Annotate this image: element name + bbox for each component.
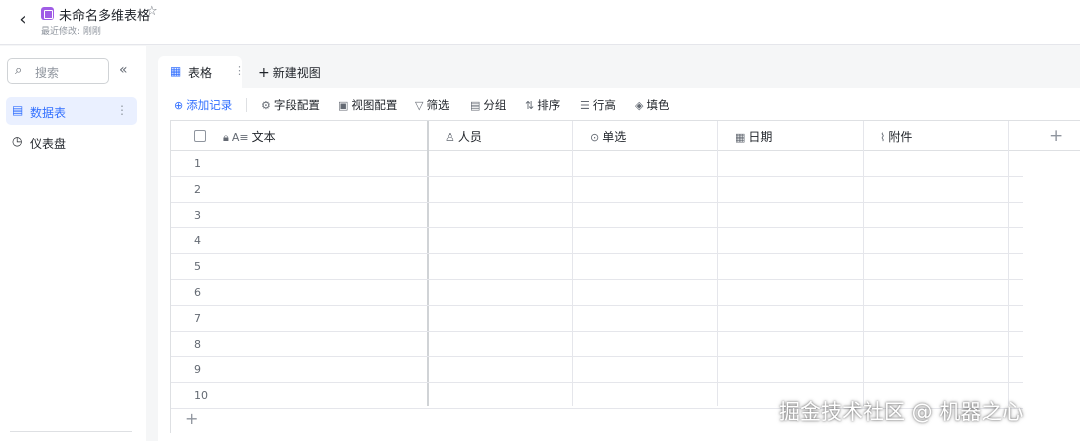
table-row[interactable]: 9 <box>171 357 1023 384</box>
add-record-button[interactable]: ⊕ 添加记录 <box>174 97 232 113</box>
row-number: 3 <box>194 208 201 222</box>
table-row[interactable]: 2 <box>171 177 1023 203</box>
document-title[interactable]: 未命名多维表格 <box>59 5 150 24</box>
table-row[interactable]: 7 <box>171 306 1023 332</box>
grid-view-icon: ▦ <box>170 64 182 78</box>
top-bar: ‹ 未命名多维表格 ☆ 最近修改: 刚刚 <box>0 0 1080 45</box>
back-chevron-icon[interactable]: ‹ <box>14 10 32 30</box>
tab-table-view[interactable]: ▦ 表格 ⋮ <box>158 56 245 88</box>
table-row[interactable]: 4 <box>171 228 1023 255</box>
row-height-label: 行高 <box>592 98 616 112</box>
calendar-icon: ▦ <box>735 131 746 144</box>
row-number: 2 <box>194 182 201 196</box>
add-row-plus-icon[interactable]: + <box>185 409 198 428</box>
person-icon: ♙ <box>445 131 455 144</box>
row-number: 1 <box>194 157 201 170</box>
last-modified-text: 最近修改: 刚刚 <box>41 27 101 37</box>
gear-icon: ⚙ <box>261 99 271 112</box>
field-config-label: 字段配置 <box>273 98 320 112</box>
add-column-plus-icon[interactable]: + <box>1049 126 1063 146</box>
text-field-icon: A≡ <box>231 131 249 144</box>
group-icon: ▤ <box>470 99 481 112</box>
sidebar-divider <box>10 431 132 432</box>
more-options-icon[interactable]: ⋮ <box>116 103 128 117</box>
table-icon: ▤ <box>12 103 24 117</box>
sidebar: ⌕ 搜索 « ▤ 数据表 ⋮ ◷ 仪表盘 <box>0 46 146 441</box>
search-placeholder: 搜索 <box>35 66 60 80</box>
lock-icon: 🔒︎ <box>223 131 229 144</box>
toolbar-divider <box>246 98 247 112</box>
row-number: 10 <box>194 389 208 403</box>
sidebar-item-dashboard[interactable]: ◷ 仪表盘 <box>6 128 137 156</box>
table-row[interactable]: 5 <box>171 254 1023 280</box>
sort-icon: ⇅ <box>525 99 535 112</box>
filter-button[interactable]: ▽ 筛选 <box>415 97 449 113</box>
base-table-icon <box>41 7 54 20</box>
collapse-sidebar-icon[interactable]: « <box>119 62 128 78</box>
new-view-button[interactable]: + 新建视图 <box>258 64 321 81</box>
search-input[interactable]: ⌕ 搜索 <box>7 58 109 84</box>
table-row[interactable]: 8 <box>171 332 1023 358</box>
new-view-label: 新建视图 <box>272 66 321 80</box>
view-config-icon: ▣ <box>338 99 349 112</box>
sidebar-item-datatable[interactable]: ▤ 数据表 ⋮ <box>6 97 137 125</box>
sidebar-item-label: 仪表盘 <box>30 137 67 151</box>
row-number: 8 <box>194 337 201 351</box>
dashboard-icon: ◷ <box>12 134 23 148</box>
tab-more-icon[interactable]: ⋮ <box>234 64 245 77</box>
row-number: 9 <box>194 363 201 377</box>
table-panel: ⊕ 添加记录 ⚙ 字段配置 ▣ 视图配置 ▽ 筛选 ▤ 分组 ⇅ 排序 ☰ 行高 ◈ 填色 🔒︎… <box>158 88 1080 441</box>
star-icon[interactable]: ☆ <box>146 4 158 19</box>
attachment-icon: ⌇ <box>880 131 886 144</box>
row-number: 5 <box>194 260 201 274</box>
grid-header: 🔒︎ A≡ 文本 ♙ 人员 ⊙ 单选 ▦ 日期 ⌇ 附件 + <box>171 121 1080 151</box>
table-row[interactable]: 3 <box>171 203 1023 229</box>
row-number: 6 <box>194 286 201 299</box>
row-height-button[interactable]: ☰ 行高 <box>580 97 616 113</box>
search-icon: ⌕ <box>15 63 23 78</box>
view-config-label: 视图配置 <box>351 98 398 112</box>
sidebar-item-label: 数据表 <box>30 106 67 120</box>
view-toolbar: ⊕ 添加记录 ⚙ 字段配置 ▣ 视图配置 ▽ 筛选 ▤ 分组 ⇅ 排序 ☰ 行高 ◈ 填色 <box>158 88 1080 120</box>
tab-label: 表格 <box>188 66 213 80</box>
column-label: 日期 <box>748 130 773 144</box>
column-label: 人员 <box>457 130 482 144</box>
field-config-button[interactable]: ⚙ 字段配置 <box>261 97 320 113</box>
single-select-icon: ⊙ <box>590 131 600 144</box>
paint-bucket-icon: ◈ <box>635 99 644 112</box>
filter-icon: ▽ <box>415 99 424 112</box>
sort-label: 排序 <box>537 98 561 112</box>
table-row[interactable]: 6 <box>171 280 1023 306</box>
main-area: ▦ 表格 ⋮ + 新建视图 ⊕ 添加记录 ⚙ 字段配置 ▣ 视图配置 ▽ 筛选 ▤ 分组 ⇅… <box>146 46 1080 441</box>
column-label: 附件 <box>888 130 913 144</box>
group-button[interactable]: ▤ 分组 <box>470 97 506 113</box>
add-record-label: 添加记录 <box>186 98 233 112</box>
data-grid: 🔒︎ A≡ 文本 ♙ 人员 ⊙ 单选 ▦ 日期 ⌇ 附件 + 1 2 3 4 5 6 7 8 9 10 + <box>170 120 1080 433</box>
column-label: 文本 <box>251 130 276 144</box>
row-number: 7 <box>194 311 201 325</box>
column-label: 单选 <box>602 130 627 144</box>
group-label: 分组 <box>483 98 507 112</box>
sort-button[interactable]: ⇅ 排序 <box>525 97 560 113</box>
plus-icon: + <box>258 65 270 81</box>
row-height-icon: ☰ <box>580 99 590 112</box>
fill-color-label: 填色 <box>646 98 670 112</box>
add-circle-icon: ⊕ <box>174 99 184 112</box>
view-config-button[interactable]: ▣ 视图配置 <box>338 97 397 113</box>
row-number: 4 <box>194 234 201 248</box>
watermark-text: 掘金技术社区 @ 机器之心 <box>779 400 1024 424</box>
fill-color-button[interactable]: ◈ 填色 <box>635 97 669 113</box>
select-all-checkbox[interactable] <box>194 130 206 142</box>
filter-label: 筛选 <box>426 98 450 112</box>
table-row[interactable]: 1 <box>171 151 1023 177</box>
